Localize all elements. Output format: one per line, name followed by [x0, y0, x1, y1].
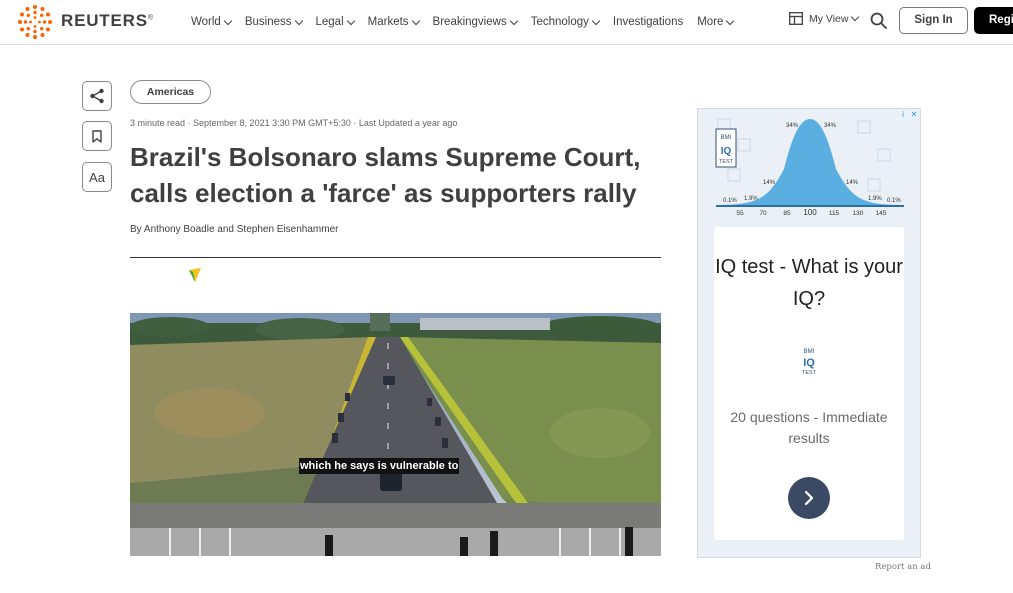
register-button[interactable]: Regi: [974, 7, 1013, 34]
nav-more[interactable]: More: [697, 16, 735, 28]
chevron-down-icon: [726, 16, 735, 25]
chevron-down-icon: [851, 12, 860, 22]
search-icon[interactable]: [870, 12, 887, 29]
report-ad-link[interactable]: Report an ad: [875, 562, 931, 572]
advertisement[interactable]: i ✕ BMI IQ TEST 34% 34% 14% 14% 1.9% 1.9…: [697, 108, 921, 558]
iq-bell-curve-graphic: BMI IQ TEST 34% 34% 14% 14% 1.9% 1.9% 0.…: [715, 118, 904, 217]
ad-cta-button[interactable]: [788, 477, 830, 519]
my-view-label: My View: [809, 12, 849, 25]
ad-card[interactable]: IQ test - What is your IQ? BMI IQ TEST 2…: [714, 227, 904, 540]
nav-world[interactable]: World: [191, 16, 233, 28]
iq-logo-line: IQ: [803, 357, 815, 369]
section-tag[interactable]: Americas: [130, 80, 211, 104]
pct-label: 1.9%: [744, 196, 758, 202]
pct-label: 0.1%: [723, 198, 737, 204]
chevron-down-icon: [223, 16, 233, 25]
nav-technology[interactable]: Technology: [530, 16, 601, 28]
nav-label: Markets: [367, 16, 409, 28]
loading-spinner-icon: [189, 268, 201, 282]
layout-grid-icon: [789, 12, 803, 25]
my-view-menu[interactable]: My View: [789, 12, 860, 25]
axis-label: 70: [759, 210, 767, 217]
chevron-down-icon: [411, 16, 420, 25]
video-frame: [130, 313, 661, 556]
iq-logo-line: BMI: [804, 349, 815, 355]
ad-title[interactable]: IQ test - What is your IQ?: [714, 251, 904, 315]
nav-business[interactable]: Business: [244, 16, 303, 28]
share-icon: [90, 88, 104, 104]
divider: [130, 257, 661, 258]
iq-badge-line: TEST: [719, 159, 734, 165]
nav-label: Business: [244, 16, 292, 28]
axis-label: 100: [803, 208, 817, 217]
nav-label: Technology: [530, 16, 589, 28]
axis-label: 115: [829, 210, 840, 217]
nav-label: Breakingviews: [432, 16, 507, 28]
chevron-down-icon: [346, 16, 355, 25]
article-headline: Brazil's Bolsonaro slams Supreme Court, …: [130, 142, 641, 208]
article-byline[interactable]: By Anthony Boadle and Stephen Eisenhamme…: [130, 224, 338, 235]
nav-investigations[interactable]: Investigations: [613, 16, 683, 28]
nav-label: More: [697, 16, 724, 28]
video-caption: which he says is vulnerable to: [299, 458, 460, 474]
chevron-right-icon: [804, 490, 814, 506]
iq-badge-line: BMI: [721, 135, 732, 141]
pct-label: 34%: [824, 123, 837, 129]
wordmark-text: REUTERS: [61, 11, 148, 30]
pct-label: 34%: [786, 123, 799, 129]
text-size-button[interactable]: Aa: [82, 162, 112, 192]
pct-label: 14%: [763, 180, 776, 186]
video-player[interactable]: which he says is vulnerable to: [130, 313, 661, 556]
iq-logo-line: TEST: [802, 370, 817, 376]
axis-label: 145: [876, 210, 887, 217]
iq-badge-line: IQ: [721, 146, 732, 157]
site-header: REUTERS® World Business Legal Markets Br…: [0, 0, 1013, 45]
reuters-logo-icon[interactable]: [17, 4, 53, 40]
axis-label: 85: [783, 210, 791, 217]
nav-label: World: [191, 16, 221, 28]
bookmark-button[interactable]: [82, 121, 112, 151]
ad-description: 20 questions - Immediate results: [730, 409, 888, 446]
reuters-wordmark[interactable]: REUTERS®: [61, 11, 154, 31]
chevron-down-icon: [509, 16, 518, 25]
pct-label: 14%: [846, 180, 859, 186]
nav-breakingviews[interactable]: Breakingviews: [432, 16, 518, 28]
pct-label: 0.1%: [887, 198, 901, 204]
article-meta: 3 minute read · September 8, 2021 3:30 P…: [130, 118, 458, 128]
share-button[interactable]: [82, 81, 112, 111]
nav-label: Legal: [315, 16, 344, 28]
axis-label: 55: [736, 210, 744, 217]
nav-label: Investigations: [612, 16, 684, 28]
nav-legal[interactable]: Legal: [315, 16, 355, 28]
main-nav: World Business Legal Markets Breakingvie…: [191, 13, 747, 31]
pct-label: 1.9%: [868, 196, 882, 202]
chevron-down-icon: [294, 16, 303, 25]
bookmark-icon: [92, 129, 102, 143]
axis-label: 130: [853, 210, 864, 217]
iq-test-logo-icon: BMI IQ TEST: [802, 349, 817, 376]
nav-markets[interactable]: Markets: [367, 16, 420, 28]
sign-in-button[interactable]: Sign In: [899, 7, 968, 34]
chevron-down-icon: [591, 16, 601, 25]
